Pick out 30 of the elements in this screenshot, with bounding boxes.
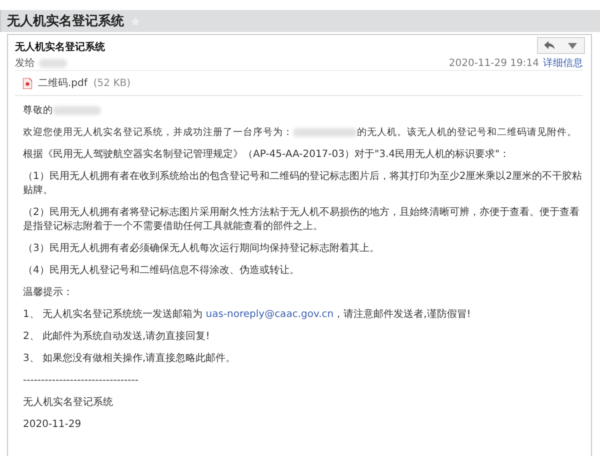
sender-name: 无人机实名登记系统 (15, 40, 105, 54)
body-text: 无人机实名登记系统 (23, 396, 114, 410)
body-text: （1）民用无人机拥有者在收到系统给出的包含登记号和二维码的登记标志图片后，将其打印为至少2厘米乘以2厘米的不干胶粘贴牌。 (23, 170, 583, 198)
body-text: -------------------------------- (23, 374, 140, 388)
body-text: 温馨提示： (23, 286, 74, 300)
message-date: 2020-11-29 19:14 (448, 58, 539, 68)
redaction-blur (293, 128, 357, 137)
caret-icon (568, 42, 577, 48)
body-text: 欢迎您使用无人机实名登记系统，并成功注册了一台序号为： (23, 127, 293, 138)
attachment-size: (52 KB) (93, 78, 131, 88)
body-text: 2020-11-29 (23, 418, 82, 432)
details-link[interactable]: 详细信息 (543, 56, 583, 70)
body-text: （4）民用无人机登记号和二维码信息不得涂改、伪造或转让。 (23, 264, 300, 278)
body-text: 2、 此邮件为系统自动发送,请勿直接回复! (23, 330, 211, 344)
attachment-item[interactable]: 二维码.pdf (52 KB) (15, 70, 583, 96)
body-text: 尊敬的 (23, 105, 53, 116)
email-link[interactable]: uas-noreply@caac.gov.cn (206, 309, 334, 320)
redaction-blur (39, 58, 67, 68)
redaction-blur (53, 106, 101, 115)
window-title: 无人机实名登记系统 (7, 12, 124, 30)
body-text: 3、 如果您没有做相关操作,请直接忽略此邮件。 (23, 352, 237, 366)
body-text: 根据《民用无人驾驶航空器实名制登记管理规定》（AP-45-AA-2017-03）对于"3.4民用无人机的标识要求"： (23, 148, 511, 162)
pdf-file-icon (23, 78, 32, 88)
attachment-name[interactable]: 二维码.pdf (38, 76, 88, 90)
recipient-label: 发给 (15, 57, 35, 70)
body-text: （2）民用无人机拥有者将登记标志图片采用耐久性方法粘于无人机不易损伤的地方，且始终清晰可辨，亦便于查看。便于查看是指登记标志附着于一个不需要借助任何工具就能查看的部件之上。 (23, 206, 580, 234)
body-text: 1、 无人机实名登记系统统一发送邮箱为 uas-noreply@caac.gov.cn，请注意邮件发送者,谨防假冒! (23, 308, 472, 322)
reply-icon (544, 41, 555, 50)
body-text: 的无人机。该无人机的登记号和二维码请见附件。 (357, 127, 577, 138)
body-text: （3）民用无人机拥有者必须确保无人机每次运行期间均保持登记标志附着其上。 (23, 242, 380, 256)
